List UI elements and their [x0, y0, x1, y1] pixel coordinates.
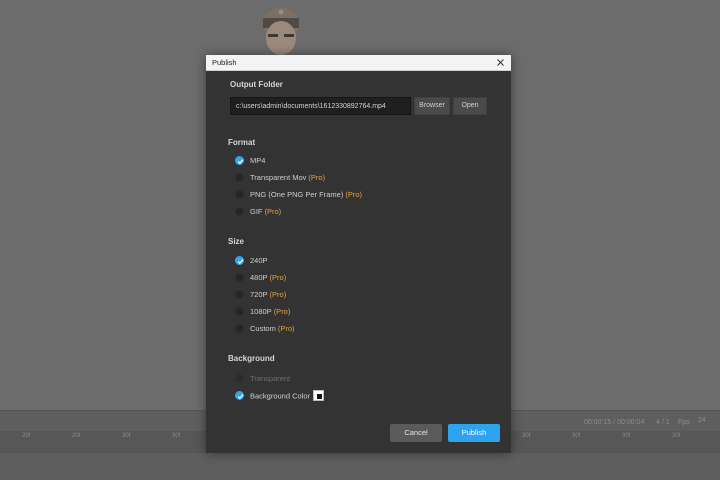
pro-badge: (Pro)	[273, 307, 291, 316]
browse-button[interactable]: Browser	[414, 97, 450, 115]
publish-dialog: Publish Output Folder c:\users\admin\doc…	[206, 55, 511, 453]
background-heading: Background	[228, 354, 275, 363]
timeline-tick: 20f	[72, 433, 81, 439]
pro-badge: (Pro)	[277, 324, 295, 333]
format-option-label: PNG (One PNG Per Frame)	[250, 190, 344, 199]
close-icon[interactable]	[494, 56, 507, 69]
background-color-swatch[interactable]	[313, 390, 325, 401]
radio-unchecked-icon[interactable]	[235, 207, 244, 216]
fps-value[interactable]: 24	[698, 417, 706, 424]
dialog-titlebar: Publish	[206, 55, 511, 71]
background-option-label: Background Color	[250, 391, 311, 401]
format-heading: Format	[228, 138, 256, 147]
format-option-label: MP4	[250, 156, 266, 165]
dialog-title: Publish	[212, 58, 237, 67]
open-button[interactable]: Open	[453, 97, 487, 115]
timeline-tick: 30f	[622, 433, 631, 439]
fps-label: Fps	[678, 419, 690, 426]
background-option-label: Transparent	[250, 374, 291, 383]
radio-checked-icon[interactable]	[235, 391, 244, 400]
size-heading: Size	[228, 237, 245, 246]
output-path-field[interactable]: c:\users\admin\documents\1612330892764.m…	[230, 97, 411, 115]
timeline-tick: 30f	[172, 433, 181, 439]
character-avatar	[263, 7, 299, 55]
radio-unchecked-icon[interactable]	[235, 273, 244, 282]
publish-button[interactable]: Publish	[448, 424, 500, 442]
radio-unchecked-icon[interactable]	[235, 290, 244, 299]
radio-unchecked-icon[interactable]	[235, 173, 244, 182]
radio-unchecked-icon[interactable]	[235, 324, 244, 333]
timeline-tick: 30f	[572, 433, 581, 439]
pro-badge: (Pro)	[345, 190, 363, 199]
frame-counter: 4 / 1	[656, 419, 670, 426]
timeline-tick: 30f	[672, 433, 681, 439]
output-folder-heading: Output Folder	[230, 80, 283, 89]
pro-badge: (Pro)	[308, 173, 326, 182]
radio-unchecked-icon[interactable]	[235, 190, 244, 199]
size-option-label: 240P	[250, 256, 268, 265]
radio-checked-icon[interactable]	[235, 156, 244, 165]
timeline-tick: 30f	[122, 433, 131, 439]
size-option-label: Custom	[250, 324, 276, 333]
format-option-label: GIF	[250, 207, 263, 216]
format-option-label: Transparent Mov	[250, 173, 307, 182]
pro-badge: (Pro)	[269, 273, 287, 282]
size-option-label: 720P	[250, 290, 268, 299]
timecode-readout: 00:00:15 / 00:00:04	[584, 419, 645, 426]
radio-checked-icon[interactable]	[235, 256, 244, 265]
size-option-label: 480P	[250, 273, 268, 282]
pro-badge: (Pro)	[264, 207, 282, 216]
radio-unchecked-icon[interactable]	[235, 307, 244, 316]
color-swatch-fill	[317, 394, 323, 399]
radio-disabled-icon	[235, 374, 244, 383]
timeline-tick: 30f	[522, 433, 531, 439]
size-option-label: 1080P	[250, 307, 272, 316]
timeline-tick: 20f	[22, 433, 31, 439]
pro-badge: (Pro)	[269, 290, 287, 299]
cancel-button[interactable]: Cancel	[390, 424, 442, 442]
